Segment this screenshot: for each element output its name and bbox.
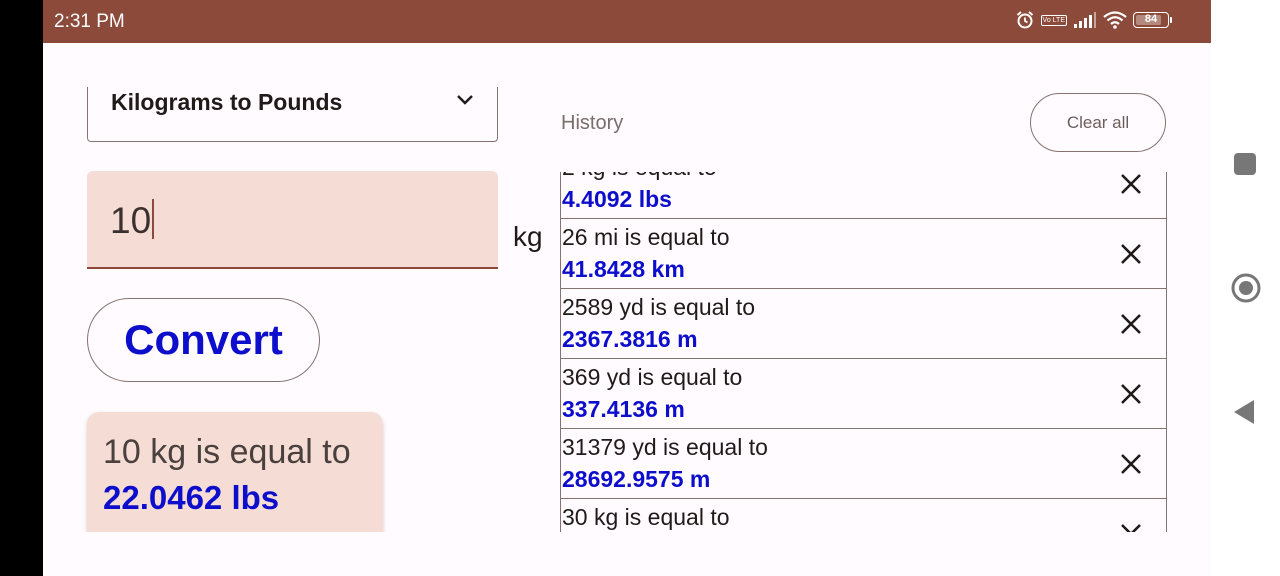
history-list[interactable]: 2 kg is equal to 4.4092 lbs 26 mi is equ… — [560, 172, 1167, 532]
history-item-text: 369 yd is equal to — [562, 364, 743, 390]
history-item-text: 26 mi is equal to — [562, 224, 730, 250]
delete-icon[interactable] — [1118, 241, 1144, 267]
alarm-icon — [1015, 10, 1035, 30]
history-item-text: 2589 yd is equal to — [562, 294, 756, 320]
status-time: 2:31 PM — [54, 11, 125, 32]
history-item-value: 4.4092 lbs — [562, 186, 672, 212]
back-icon[interactable] — [1230, 397, 1260, 432]
delete-icon[interactable] — [1118, 381, 1144, 407]
chevron-down-icon — [455, 93, 475, 112]
clear-all-label: Clear all — [1066, 112, 1130, 132]
history-item-text: 31379 yd is equal to — [562, 434, 768, 460]
history-item-text: 30 kg is equal to — [562, 504, 730, 530]
history-item: 26 mi is equal to 41.8428 km — [561, 219, 1166, 289]
history-item: 31379 yd is equal to 28692.9575 m — [561, 429, 1166, 499]
screen-edge — [0, 0, 43, 576]
conversion-type-label: Kilograms to Pounds — [111, 89, 343, 115]
history-item: 369 yd is equal to 337.4136 m — [561, 359, 1166, 429]
history-item: 2 kg is equal to 4.4092 lbs — [561, 172, 1166, 219]
delete-icon[interactable] — [1118, 451, 1144, 477]
text-caret — [152, 199, 155, 239]
history-title: History — [561, 112, 624, 134]
navigation-bar — [1211, 0, 1280, 576]
status-bar: 2:31 PM Vo LTE 84 — [43, 0, 1211, 43]
history-item-text: 2 kg is equal to — [562, 172, 717, 181]
input-text: 10 — [110, 199, 155, 242]
convert-button[interactable]: Convert — [87, 298, 320, 382]
history-item-value: 41.8428 km — [562, 256, 685, 282]
unit-label: kg — [513, 221, 543, 252]
value-input[interactable]: 10 — [87, 171, 498, 269]
delete-icon[interactable] — [1118, 521, 1144, 532]
result-text: 10 kg is equal to — [103, 433, 351, 471]
history-item: 30 kg is equal to — [561, 499, 1166, 532]
app-content: Kilograms to Pounds 10 kg Convert 10 kg … — [43, 43, 1211, 532]
home-icon[interactable] — [1230, 272, 1262, 309]
delete-icon[interactable] — [1118, 172, 1144, 197]
history-item-value: 337.4136 m — [562, 396, 685, 422]
result-card: 10 kg is equal to 22.0462 lbs — [87, 412, 383, 532]
battery-percent: 84 — [1144, 13, 1158, 25]
battery-icon: 84 — [1133, 12, 1172, 28]
history-item-value: 2367.3816 m — [562, 326, 698, 352]
delete-icon[interactable] — [1118, 311, 1144, 337]
history-item: 2589 yd is equal to 2367.3816 m — [561, 289, 1166, 359]
input-value: 10 — [110, 200, 152, 241]
bottom-area — [43, 532, 1211, 576]
recents-icon[interactable] — [1230, 151, 1260, 182]
result-value: 22.0462 lbs — [103, 479, 280, 516]
status-icons: Vo LTE 84 — [1015, 10, 1172, 30]
wifi-icon — [1103, 11, 1127, 29]
convert-button-label: Convert — [124, 316, 283, 363]
history-item-value: 28692.9575 m — [562, 466, 711, 492]
signal-icon — [1073, 11, 1097, 29]
conversion-type-dropdown[interactable]: Kilograms to Pounds — [87, 87, 498, 142]
volte-icon: Vo LTE — [1040, 14, 1067, 26]
clear-all-button[interactable]: Clear all — [1030, 93, 1166, 152]
